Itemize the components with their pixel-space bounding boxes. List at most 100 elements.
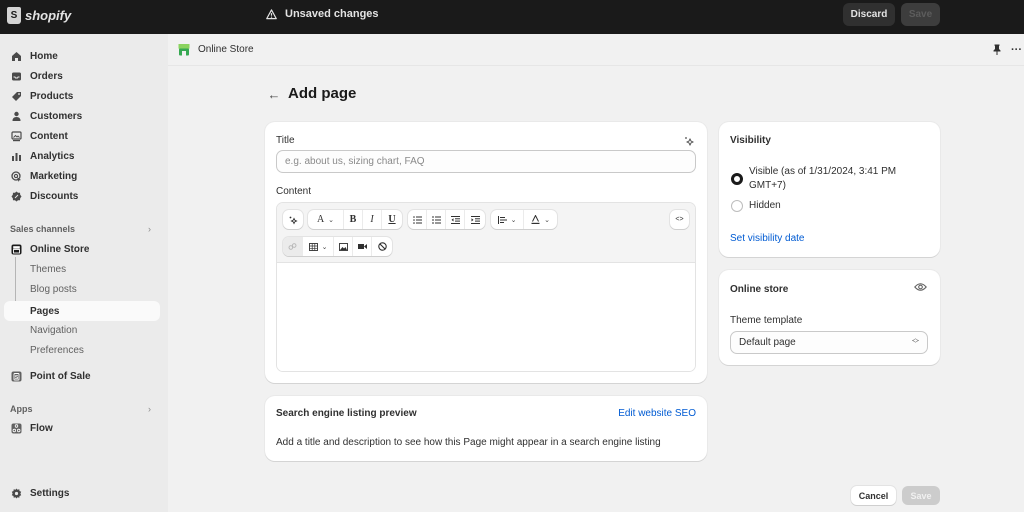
discount-icon xyxy=(11,191,22,202)
sidebar-item-pages[interactable]: Pages xyxy=(4,301,160,321)
text-color-dropdown[interactable]: ⌄ xyxy=(524,210,557,229)
save-button[interactable]: Save xyxy=(902,486,940,505)
image-icon xyxy=(338,242,348,251)
sidebar-item-point-of-sale[interactable]: S Point of Sale xyxy=(4,367,160,386)
bar-chart-icon xyxy=(11,151,22,162)
outdent-button[interactable] xyxy=(446,210,465,229)
online-store-card: Online store Theme template Default page… xyxy=(719,270,940,365)
indent-icon xyxy=(470,215,480,224)
sidebar-item-label: Home xyxy=(30,51,58,62)
sidebar-item-flow[interactable]: Flow xyxy=(4,419,160,438)
content-editor-area[interactable] xyxy=(277,263,695,371)
insert-image-button[interactable] xyxy=(334,237,353,256)
text-color-icon xyxy=(531,215,540,224)
sidebar-item-navigation[interactable]: Navigation xyxy=(4,321,160,340)
theme-template-select[interactable]: Default page ︿ ﹀ xyxy=(730,331,928,354)
orders-icon xyxy=(11,71,22,82)
unsaved-changes-status: Unsaved changes xyxy=(266,8,379,20)
tag-icon xyxy=(11,91,22,102)
select-updown-icon: ︿ ﹀ xyxy=(912,335,919,348)
insert-table-dropdown[interactable]: ⌄ xyxy=(303,237,334,256)
sidebar-item-preferences[interactable]: Preferences xyxy=(4,341,160,360)
magic-sparkle-icon[interactable] xyxy=(683,135,695,147)
toolbar-group-html: <> xyxy=(670,210,689,229)
hidden-radio-label[interactable]: Hidden xyxy=(749,199,781,213)
more-options-icon[interactable]: ··· xyxy=(1011,44,1022,56)
sidebar-item-discounts[interactable]: Discounts xyxy=(4,187,160,206)
page-title: Add page xyxy=(288,85,357,102)
sidebar-item-marketing[interactable]: Marketing xyxy=(4,167,160,186)
sidebar-item-label: Point of Sale xyxy=(30,371,91,382)
save-button-top[interactable]: Save xyxy=(901,3,940,26)
hidden-radio[interactable] xyxy=(731,200,743,212)
sidebar-item-label: Orders xyxy=(30,71,63,82)
warning-icon xyxy=(266,8,277,19)
sidebar-item-home[interactable]: Home xyxy=(4,47,160,66)
italic-button[interactable]: I xyxy=(363,210,382,229)
cancel-button[interactable]: Cancel xyxy=(851,486,896,505)
toolbar-group-magic xyxy=(283,210,303,229)
online-store-icon xyxy=(11,244,22,255)
sidebar-item-customers[interactable]: Customers xyxy=(4,107,160,126)
title-input[interactable] xyxy=(276,150,696,173)
sidebar-item-label: Discounts xyxy=(30,191,79,202)
bullet-list-button[interactable] xyxy=(408,210,427,229)
visible-radio-label[interactable]: Visible (as of 1/31/2024, 3:41 PM GMT+7) xyxy=(749,165,896,193)
sidebar-item-blog-posts[interactable]: Blog posts xyxy=(4,280,160,299)
sidebar-item-content[interactable]: Content xyxy=(4,127,160,146)
toolbar-group-text-format: A ⌄ B I U xyxy=(308,210,402,229)
toolbar-group-alignment-color: ⌄ ⌄ xyxy=(491,210,557,229)
bold-button[interactable]: B xyxy=(344,210,363,229)
edit-website-seo-link[interactable]: Edit website SEO xyxy=(618,408,696,419)
sidebar-item-label: Navigation xyxy=(30,325,78,336)
channel-title: Online Store xyxy=(198,44,254,55)
magic-button[interactable] xyxy=(283,210,303,229)
show-html-button[interactable]: <> xyxy=(670,210,689,229)
sidebar-item-analytics[interactable]: Analytics xyxy=(4,147,160,166)
chevron-down-icon: ⌄ xyxy=(321,243,328,251)
toolbar-group-lists xyxy=(408,210,485,229)
set-visibility-date-link[interactable]: Set visibility date xyxy=(730,233,804,244)
content-icon xyxy=(11,131,22,142)
apps-heading[interactable]: Apps xyxy=(10,404,33,414)
indent-button[interactable] xyxy=(465,210,485,229)
shopify-logo[interactable]: S shopify xyxy=(7,7,71,24)
sidebar-item-orders[interactable]: Orders xyxy=(4,67,160,86)
theme-template-label: Theme template xyxy=(730,315,803,326)
bullet-list-icon xyxy=(412,215,422,224)
sidebar-item-label: Marketing xyxy=(30,171,78,182)
sales-channels-heading[interactable]: Sales channels xyxy=(10,224,75,234)
eye-icon[interactable] xyxy=(914,282,927,292)
shopify-bag-icon: S xyxy=(7,7,21,24)
discard-button[interactable]: Discard xyxy=(843,3,895,26)
chevron-down-icon: ⌄ xyxy=(510,216,517,224)
insert-link-button[interactable] xyxy=(283,237,303,256)
sidebar-item-label: Content xyxy=(30,131,68,142)
sidebar-item-themes[interactable]: Themes xyxy=(4,260,160,279)
sidebar-item-settings[interactable]: Settings xyxy=(4,484,160,503)
numbered-list-icon xyxy=(432,215,441,224)
gear-icon xyxy=(11,488,22,499)
pin-icon[interactable] xyxy=(992,44,1002,55)
numbered-list-button[interactable] xyxy=(427,210,446,229)
visibility-card: Visibility Visible (as of 1/31/2024, 3:4… xyxy=(719,122,940,257)
clear-formatting-button[interactable] xyxy=(372,237,392,256)
page-editor-card: Title Content A⌄ B I U ⌄ ⌄ xyxy=(265,122,707,383)
sidebar-item-online-store[interactable]: Online Store xyxy=(4,240,160,259)
person-icon xyxy=(11,111,22,122)
sidebar-item-label: Analytics xyxy=(30,151,75,162)
sidebar-item-label: Customers xyxy=(30,111,83,122)
sidebar-item-products[interactable]: Products xyxy=(4,87,160,106)
alignment-dropdown[interactable]: ⌄ xyxy=(491,210,524,229)
sidebar-item-label: Online Store xyxy=(30,244,90,255)
unsaved-changes-text: Unsaved changes xyxy=(285,8,379,20)
link-icon xyxy=(288,243,297,250)
back-arrow-button[interactable]: ← xyxy=(266,86,282,102)
visible-radio[interactable] xyxy=(731,173,743,185)
insert-video-button[interactable] xyxy=(353,237,372,256)
font-dropdown[interactable]: A ⌄ xyxy=(308,210,344,229)
chevron-right-icon[interactable]: › xyxy=(148,224,151,234)
underline-button[interactable]: U xyxy=(382,210,402,229)
title-label: Title xyxy=(276,135,295,146)
chevron-right-icon[interactable]: › xyxy=(148,404,151,414)
